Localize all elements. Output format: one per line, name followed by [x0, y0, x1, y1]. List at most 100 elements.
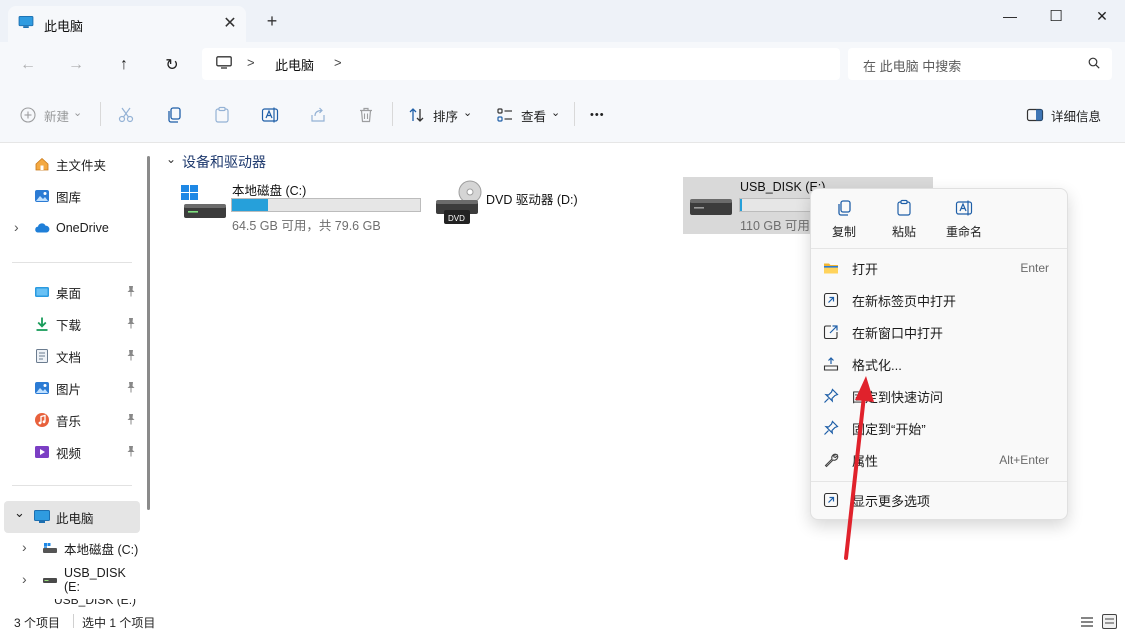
refresh-button[interactable]: ↻ [158, 52, 186, 78]
context-item-label: 打开 [852, 261, 879, 277]
document-icon [34, 348, 50, 364]
up-button[interactable]: ↑ [110, 52, 138, 78]
pin-icon[interactable] [126, 285, 136, 297]
chevron-down-icon: ⌄ [73, 106, 83, 119]
close-button[interactable]: ✕ [1079, 0, 1125, 32]
format-icon [823, 356, 839, 372]
forward-button[interactable]: → [62, 52, 90, 78]
download-icon [34, 316, 50, 332]
pin-icon[interactable] [126, 445, 136, 457]
sidebar-item-desktop[interactable]: 桌面 [4, 277, 140, 307]
plus-circle-icon [20, 107, 36, 123]
context-item-label: 格式化... [852, 357, 902, 373]
open-new-tab-icon [823, 292, 839, 308]
share-button[interactable] [309, 102, 327, 128]
sidebar-item-this-pc[interactable]: ⌄ 此电脑 [4, 501, 140, 533]
maximize-button[interactable]: ☐ [1033, 0, 1079, 32]
desktop-icon [34, 284, 50, 300]
drive-usage-fill [232, 199, 268, 211]
tab-close-icon[interactable]: ✕ [220, 13, 240, 33]
context-item-show-more-options[interactable]: 显示更多选项 [815, 485, 1063, 515]
context-item-label: 在新窗口中打开 [852, 325, 944, 341]
sidebar-item-home[interactable]: 主文件夹 [4, 149, 140, 179]
copy-icon [168, 107, 181, 123]
chevron-right-icon[interactable]: › [14, 219, 19, 235]
pin-icon[interactable] [126, 317, 136, 329]
tab-title: 此电脑 [44, 19, 84, 34]
sidebar-divider [12, 262, 132, 263]
new-tab-button[interactable]: + [262, 11, 282, 32]
address-bar[interactable]: > 此电脑 > [202, 48, 840, 80]
status-item-count: 3 个项目 [14, 616, 61, 630]
status-bar: 3 个项目 选中 1 个项目 [0, 610, 1125, 634]
context-item-format[interactable]: 格式化... [815, 349, 1063, 379]
context-item-open-new-window[interactable]: 在新窗口中打开 [815, 317, 1063, 347]
drive-local-disk-c[interactable]: 本地磁盘 (C:) 64.5 GB 可用，共 79.6 GB [176, 176, 426, 233]
section-collapse-chevron-icon[interactable]: ⌄ [166, 152, 176, 166]
sidebar-item-pictures[interactable]: 图片 [4, 373, 140, 403]
sidebar-item-music[interactable]: 音乐 [4, 405, 140, 435]
new-button[interactable]: 新建 ⌄ [20, 102, 82, 128]
context-paste-button[interactable]: 粘贴 [879, 199, 929, 245]
view-list-icon [497, 108, 512, 122]
breadcrumb-this-pc[interactable]: 此电脑 [275, 55, 314, 74]
context-copy-button[interactable]: 复制 [819, 199, 869, 245]
context-rename-label: 重命名 [945, 225, 982, 239]
drive-free-space: 64.5 GB 可用，共 79.6 GB [232, 219, 381, 233]
tab-this-pc[interactable]: 此电脑 ✕ [8, 6, 246, 42]
context-item-properties[interactable]: 属性 Alt+Enter [815, 445, 1063, 475]
sidebar-item-documents[interactable]: 文档 [4, 341, 140, 371]
drive-dvd-d[interactable]: DVD DVD 驱动器 (D:) [432, 176, 652, 232]
minimize-button[interactable]: — [987, 0, 1033, 32]
chevron-right-icon[interactable]: › [22, 539, 27, 555]
sidebar-scrollbar[interactable] [147, 156, 150, 510]
details-view-icon[interactable] [1080, 615, 1094, 629]
pin-icon[interactable] [126, 413, 136, 425]
sidebar-item-gallery[interactable]: 图库 [4, 181, 140, 211]
open-new-window-icon [823, 324, 839, 340]
cut-button[interactable] [117, 102, 135, 128]
search-icon [1088, 57, 1100, 69]
context-item-pin-quick-access[interactable]: 固定到快速访问 [815, 381, 1063, 411]
context-rename-button[interactable]: 重命名 [939, 199, 989, 245]
rename-button[interactable] [261, 102, 279, 128]
details-button[interactable]: 详细信息 [1026, 102, 1101, 128]
sidebar-item-onedrive[interactable]: › OneDrive [4, 213, 140, 243]
toolbar-divider [392, 102, 393, 126]
pin-icon[interactable] [126, 349, 136, 361]
drive-name: 本地磁盘 (C:) [232, 184, 307, 198]
more-button[interactable]: ••• [590, 102, 605, 128]
pin-icon[interactable] [126, 381, 136, 393]
status-divider [73, 614, 74, 628]
chevron-down-icon[interactable]: ⌄ [14, 505, 25, 521]
breadcrumb-chevron-icon[interactable]: > [247, 55, 255, 70]
context-paste-label: 粘贴 [891, 225, 916, 239]
context-item-label: 固定到快速访问 [852, 389, 944, 405]
breadcrumb-chevron-icon[interactable]: > [334, 55, 342, 70]
scissors-icon [118, 107, 134, 123]
sidebar-item-usb-disk[interactable]: › USB_DISK (E: [4, 565, 140, 595]
sidebar-item-videos[interactable]: 视频 [4, 437, 140, 467]
toolbar-divider [100, 102, 101, 126]
chevron-right-icon[interactable]: › [22, 571, 27, 587]
gallery-icon [34, 188, 50, 204]
video-icon [34, 444, 50, 460]
sidebar-item-usb-disk-partial[interactable]: USB_DISK (E:) [54, 599, 136, 610]
view-button[interactable]: 查看 ⌄ [496, 102, 560, 128]
delete-button[interactable] [357, 102, 375, 128]
paste-button[interactable] [213, 102, 231, 128]
sidebar-item-local-disk-c[interactable]: › 本地磁盘 (C:) [4, 533, 140, 563]
sort-button[interactable]: 排序 ⌄ [408, 102, 472, 128]
search-input[interactable]: 在 此电脑 中搜索 [848, 48, 1112, 80]
section-title[interactable]: 设备和驱动器 [182, 152, 266, 172]
sidebar-item-label: 音乐 [56, 414, 82, 429]
context-item-pin-start[interactable]: 固定到“开始” [815, 413, 1063, 443]
back-button[interactable]: ← [14, 52, 42, 78]
drive-usage-fill [740, 199, 742, 211]
context-item-open-new-tab[interactable]: 在新标签页中打开 [815, 285, 1063, 315]
status-selected-count: 选中 1 个项目 [82, 616, 156, 630]
context-item-open[interactable]: 打开 Enter [815, 253, 1063, 283]
copy-button[interactable] [165, 102, 183, 128]
tiles-view-icon[interactable] [1102, 614, 1117, 629]
sidebar-item-downloads[interactable]: 下载 [4, 309, 140, 339]
